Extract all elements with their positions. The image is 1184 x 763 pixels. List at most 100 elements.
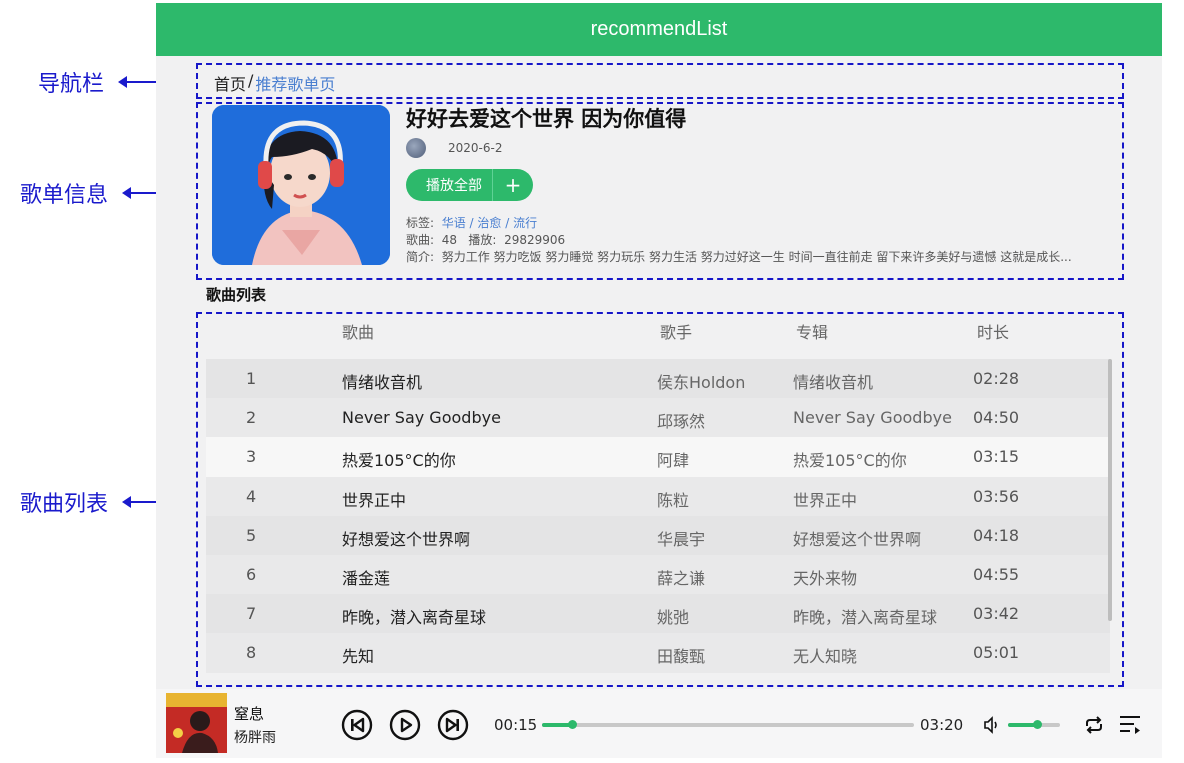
duration: 03:42: [973, 604, 1020, 624]
progress-slider[interactable]: [542, 720, 914, 729]
progress-knob[interactable]: [567, 720, 577, 729]
table-row[interactable]: 2 Never Say Goodbye 邱琢然 Never Say Goodby…: [206, 398, 1110, 438]
add-to-queue-button[interactable]: +: [493, 169, 533, 201]
songs-count: 48: [441, 233, 457, 247]
column-header-album: 专辑: [796, 323, 829, 342]
table-row[interactable]: 4 世界正中 陈粒 世界正中 03:56: [206, 476, 1110, 516]
play-button-group: 播放全部 +: [406, 169, 533, 201]
prev-icon[interactable]: [341, 709, 373, 741]
table-row[interactable]: 7 昨晚，潜入离奇星球 姚弛 昨晚，潜入离奇星球 03:42: [206, 594, 1110, 634]
table-row[interactable]: 6 潘金莲 薛之谦 天外来物 04:55: [206, 554, 1110, 595]
now-playing-title[interactable]: 窒息: [234, 703, 264, 724]
description-line: 简介: 努力工作 努力吃饭 努力睡觉 努力玩乐 努力生活 努力过好这一生 时间一…: [406, 249, 1121, 266]
album-name[interactable]: 情绪收音机: [793, 369, 873, 393]
annotation-nav-label: 导航栏: [38, 72, 105, 97]
desc-text: 努力工作 努力吃饭 努力睡觉 努力玩乐 努力生活 努力过好这一生 时间一直往前走…: [441, 250, 1072, 264]
tag-link[interactable]: 治愈: [477, 216, 501, 230]
duration: 04:55: [973, 564, 1020, 584]
artist-name[interactable]: 姚弛: [657, 604, 689, 628]
creator-avatar[interactable]: [406, 138, 426, 158]
desc-label: 简介:: [406, 250, 435, 264]
cover-illustration: [212, 105, 390, 265]
album-name[interactable]: 热爱105°C的你: [793, 447, 907, 471]
duration: 04:50: [973, 408, 1020, 428]
track-number: 4: [246, 486, 257, 506]
current-time: 00:15: [494, 716, 538, 734]
plays-count: 29829906: [504, 233, 566, 247]
album-name[interactable]: 无人知晓: [793, 643, 857, 667]
breadcrumb-current[interactable]: 推荐歌单页: [255, 71, 335, 95]
artist-name[interactable]: 陈粒: [657, 487, 689, 511]
playlist-meta: 2020-6-2: [406, 138, 502, 158]
now-playing-artist[interactable]: 杨胖雨: [234, 727, 276, 747]
track-number: 7: [246, 604, 257, 624]
app-window: recommendList 首页 / 推荐歌单页 好好去爱这个世界 因为你值得 …: [156, 3, 1162, 758]
track-number: 3: [246, 447, 257, 467]
album-name[interactable]: 世界正中: [793, 487, 857, 511]
page-title: recommendList: [590, 18, 728, 40]
plays-label: 播放:: [468, 233, 497, 247]
tag-link[interactable]: 华语: [442, 216, 466, 230]
song-list-title: 歌曲列表: [206, 286, 267, 304]
duration: 03:15: [973, 447, 1020, 467]
song-name[interactable]: 先知: [342, 643, 374, 667]
song-name[interactable]: 潘金莲: [342, 565, 390, 589]
now-playing-cover[interactable]: [166, 693, 227, 753]
next-icon[interactable]: [437, 709, 469, 741]
table-scrollbar[interactable]: [1108, 359, 1112, 621]
duration: 04:18: [973, 525, 1020, 545]
song-name[interactable]: 情绪收音机: [342, 369, 422, 393]
screenshot-root: 导航栏 歌单信息 歌曲列表 recommendList 首页 / 推荐歌单页 好…: [0, 0, 1184, 763]
breadcrumb-home[interactable]: 首页: [214, 71, 246, 95]
tags-line: 标签: 华语 / 治愈 / 流行: [406, 215, 1121, 232]
annotation-list-label: 歌曲列表: [20, 492, 109, 517]
artist-name[interactable]: 华晨宇: [657, 526, 705, 550]
playlist-icon[interactable]: [1118, 712, 1142, 736]
song-name[interactable]: 世界正中: [342, 487, 406, 511]
tag-separator: /: [505, 216, 510, 230]
table-row[interactable]: 1 情绪收音机 侯东Holdon 情绪收音机 02:28: [206, 359, 1110, 399]
track-number: 8: [246, 643, 257, 663]
column-header-duration: 时长: [977, 323, 1010, 342]
album-name[interactable]: 好想爱这个世界啊: [793, 526, 921, 550]
table-row[interactable]: 8 先知 田馥甄 无人知晓 05:01: [206, 633, 1110, 673]
volume-knob[interactable]: [1032, 720, 1042, 729]
song-name[interactable]: 好想爱这个世界啊: [342, 526, 470, 550]
artist-name[interactable]: 侯东Holdon: [657, 369, 745, 393]
song-name[interactable]: 热爱105°C的你: [342, 447, 456, 471]
artist-name[interactable]: 邱琢然: [657, 408, 705, 432]
track-number: 6: [246, 564, 257, 584]
duration: 05:01: [973, 643, 1020, 663]
songs-label: 歌曲:: [406, 233, 435, 247]
duration: 03:56: [973, 486, 1020, 506]
album-name[interactable]: 昨晚，潜入离奇星球: [793, 604, 937, 628]
tags-label: 标签:: [406, 216, 435, 230]
total-time: 03:20: [920, 716, 964, 734]
artist-name[interactable]: 薛之谦: [657, 565, 705, 589]
volume-slider[interactable]: [1008, 720, 1060, 729]
play-icon[interactable]: [389, 709, 421, 741]
volume-icon[interactable]: [984, 716, 1000, 734]
song-table-body: 1 情绪收音机 侯东Holdon 情绪收音机 02:28 2 Never Say…: [206, 359, 1110, 676]
playlist-details: 标签: 华语 / 治愈 / 流行 歌曲: 48 播放: 29829906 简介:…: [406, 215, 1121, 266]
loop-icon[interactable]: [1082, 713, 1106, 737]
player-bar: 窒息 杨胖雨 00:15 03:20: [156, 689, 1162, 758]
album-name[interactable]: Never Say Goodbye: [793, 408, 952, 427]
table-row[interactable]: 3 热爱105°C的你 阿肆 热爱105°C的你 03:15: [206, 437, 1110, 477]
song-name[interactable]: 昨晚，潜入离奇星球: [342, 604, 486, 628]
album-name[interactable]: 天外来物: [793, 565, 857, 589]
song-name[interactable]: Never Say Goodbye: [342, 408, 501, 427]
column-header-artist: 歌手: [660, 323, 693, 342]
table-row[interactable]: 5 好想爱这个世界啊 华晨宇 好想爱这个世界啊 04:18: [206, 515, 1110, 555]
track-number: 2: [246, 408, 257, 428]
track-number: 5: [246, 525, 257, 545]
breadcrumb: 首页 / 推荐歌单页: [214, 71, 335, 95]
tag-separator: /: [469, 216, 474, 230]
playlist-cover: [212, 105, 390, 265]
column-header-song: 歌曲: [342, 323, 375, 342]
artist-name[interactable]: 田馥甄: [657, 643, 705, 667]
artist-name[interactable]: 阿肆: [657, 447, 689, 471]
tag-link[interactable]: 流行: [513, 216, 537, 230]
playlist-date: 2020-6-2: [448, 141, 503, 155]
play-all-button[interactable]: 播放全部: [406, 169, 493, 201]
